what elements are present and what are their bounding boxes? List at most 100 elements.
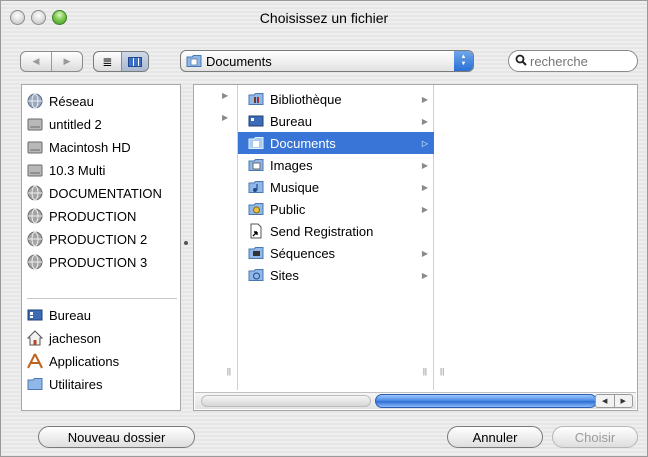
- list-item-bibliotheque[interactable]: Bibliothèque ▶: [238, 88, 434, 110]
- sidebar-item-label: Utilitaires: [49, 376, 103, 392]
- scroll-thumb[interactable]: [375, 394, 597, 408]
- alias-file-icon: [248, 223, 264, 239]
- sidebar-item-label: jacheson: [49, 330, 102, 346]
- network-volume-icon: [27, 208, 43, 224]
- location-popup[interactable]: Documents ▲ ▼: [180, 50, 474, 72]
- window-title: Choisissez un fichier: [259, 9, 389, 26]
- sidebar-item-production-3[interactable]: PRODUCTION 3: [27, 251, 179, 273]
- column-view-icon: [127, 56, 142, 67]
- browser-column-3: ||: [434, 85, 637, 390]
- sidebar-item-label: Réseau: [49, 93, 94, 109]
- sidebar: Réseau untitled 2 Macintosh HD 10.3 Mult…: [21, 84, 181, 411]
- sidebar-item-label: untitled 2: [49, 116, 102, 132]
- list-item-label: Send Registration: [270, 223, 374, 239]
- sidebar-item-label: PRODUCTION: [49, 208, 137, 224]
- list-item-label: Bureau: [270, 113, 312, 129]
- list-item-label: Public: [270, 201, 306, 217]
- list-item-musique[interactable]: Musique ▶: [238, 176, 434, 198]
- scroll-left-button[interactable]: ◀: [596, 395, 614, 407]
- disclosure-arrow-icon: ▶: [421, 94, 428, 104]
- column-resize-grip[interactable]: ||: [440, 367, 444, 376]
- arrow-right-icon: ▶: [63, 56, 71, 66]
- scroll-track: [201, 395, 371, 407]
- list-item-label: Sites: [270, 267, 299, 283]
- cancel-button[interactable]: Annuler: [447, 426, 543, 448]
- forward-button[interactable]: ▶: [51, 52, 82, 71]
- documents-folder-icon: [186, 53, 202, 69]
- disclosure-arrow-icon: ▶: [421, 160, 428, 170]
- search-icon: [515, 54, 527, 69]
- desktop-icon: [248, 113, 264, 129]
- list-item-label: Séquences: [270, 245, 336, 261]
- close-window-button[interactable]: [10, 10, 25, 25]
- search-field[interactable]: [508, 50, 638, 72]
- new-folder-button[interactable]: Nouveau dossier: [38, 426, 195, 448]
- documents-folder-icon: [248, 135, 264, 151]
- sidebar-item-applications[interactable]: Applications: [27, 350, 179, 372]
- music-folder-icon: [248, 179, 264, 195]
- drive-icon: [27, 116, 43, 132]
- list-item-documents[interactable]: Documents ▷: [238, 132, 434, 154]
- sidebar-resize-handle[interactable]: [184, 241, 188, 245]
- column-view-button[interactable]: [120, 52, 148, 71]
- pictures-folder-icon: [248, 157, 264, 173]
- disclosure-arrow-icon: ▶: [421, 248, 428, 258]
- sidebar-item-untitled-2[interactable]: untitled 2: [27, 113, 179, 135]
- folder-icon: [27, 376, 43, 392]
- disclosure-arrow-icon: ▶: [421, 182, 428, 192]
- list-item-sites[interactable]: Sites ▶: [238, 264, 434, 286]
- location-popup-label: Documents: [206, 53, 272, 69]
- disclosure-arrow-icon: ▶: [222, 113, 229, 122]
- list-item-label: Musique: [270, 179, 320, 195]
- sidebar-item-production-2[interactable]: PRODUCTION 2: [27, 228, 179, 250]
- sidebar-item-documentation[interactable]: DOCUMENTATION: [27, 182, 179, 204]
- list-item-sequences[interactable]: Séquences ▶: [238, 242, 434, 264]
- drive-icon: [27, 162, 43, 178]
- minimize-window-button[interactable]: [31, 10, 46, 25]
- disclosure-arrow-icon: ▶: [421, 204, 428, 214]
- sidebar-item-production[interactable]: PRODUCTION: [27, 205, 179, 227]
- search-input[interactable]: [530, 53, 630, 69]
- scroll-right-button[interactable]: ▶: [613, 395, 633, 407]
- sidebar-item-reseau[interactable]: Réseau: [27, 90, 179, 112]
- applications-icon: [27, 353, 43, 369]
- list-view-button[interactable]: ≣: [94, 52, 121, 71]
- title-bar: Choisissez un fichier: [1, 1, 647, 34]
- browser-column-1: ▶ ▶ ||: [194, 85, 238, 390]
- disclosure-arrow-icon: ▶: [222, 91, 229, 100]
- sidebar-item-label: Macintosh HD: [49, 139, 131, 155]
- navigation-buttons: ◀ ▶: [20, 51, 83, 72]
- scroll-arrow-buttons: ◀ ▶: [595, 394, 633, 408]
- list-item-bureau[interactable]: Bureau ▶: [238, 110, 434, 132]
- view-mode-switch: ≣: [93, 51, 149, 72]
- sidebar-item-jacheson[interactable]: jacheson: [27, 327, 179, 349]
- choose-button[interactable]: Choisir: [552, 426, 638, 448]
- back-button[interactable]: ◀: [21, 52, 51, 71]
- list-item-label: Documents: [270, 135, 336, 151]
- movies-folder-icon: [248, 245, 264, 261]
- list-item-public[interactable]: Public ▶: [238, 198, 434, 220]
- sidebar-item-10-3-multi[interactable]: 10.3 Multi: [27, 159, 179, 181]
- list-item-label: Bibliothèque: [270, 91, 342, 107]
- sidebar-item-macintosh-hd[interactable]: Macintosh HD: [27, 136, 179, 158]
- public-folder-icon: [248, 201, 264, 217]
- sites-folder-icon: [248, 267, 264, 283]
- sidebar-item-label: PRODUCTION 2: [49, 231, 148, 247]
- sidebar-item-label: PRODUCTION 3: [49, 254, 148, 270]
- list-item-send-registration[interactable]: Send Registration: [238, 220, 434, 242]
- sidebar-item-utilitaires[interactable]: Utilitaires: [27, 373, 179, 395]
- window-controls: [10, 10, 67, 25]
- list-item-images[interactable]: Images ▶: [238, 154, 434, 176]
- zoom-window-button[interactable]: [52, 10, 67, 25]
- network-volume-icon: [27, 185, 43, 201]
- network-volume-icon: [27, 254, 43, 270]
- horizontal-scrollbar[interactable]: ◀ ▶: [195, 392, 636, 409]
- list-item-label: Images: [270, 157, 313, 173]
- sidebar-item-bureau[interactable]: Bureau: [27, 304, 179, 326]
- column-resize-grip[interactable]: ||: [227, 367, 231, 376]
- network-volume-icon: [27, 231, 43, 247]
- location-popup-label-group: Documents: [186, 53, 272, 69]
- sidebar-item-label: Bureau: [49, 307, 91, 323]
- sidebar-item-label: Applications: [49, 353, 120, 369]
- column-resize-grip[interactable]: ||: [423, 367, 427, 376]
